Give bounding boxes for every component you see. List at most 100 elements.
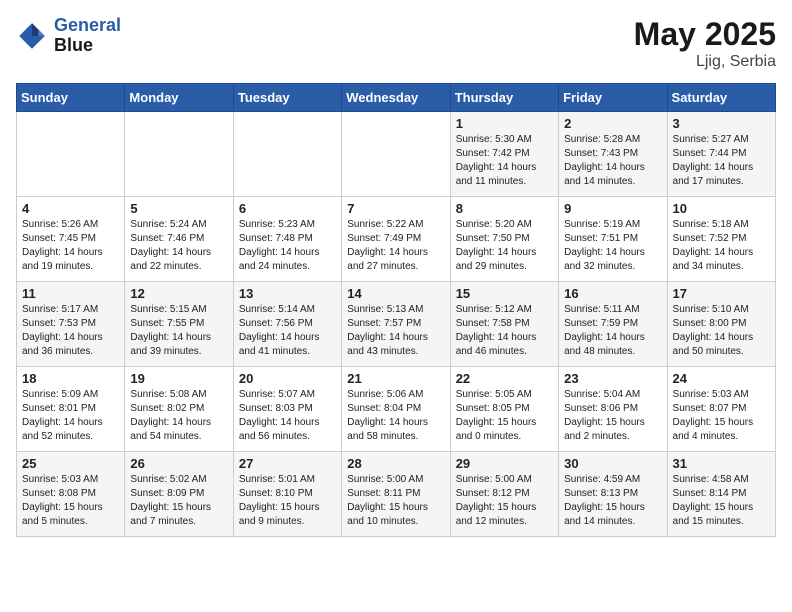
- calendar-cell: 14 Sunrise: 5:13 AM Sunset: 7:57 PM Dayli…: [342, 282, 450, 367]
- day-number: 26: [130, 456, 227, 471]
- calendar-cell: 27 Sunrise: 5:01 AM Sunset: 8:10 PM Dayli…: [233, 452, 341, 537]
- calendar-cell: 12Sunrise: 5:15 AM Sunset: 7:55 PM Dayli…: [125, 282, 233, 367]
- calendar-cell: 16 Sunrise: 5:11 AM Sunset: 7:59 PM Dayli…: [559, 282, 667, 367]
- day-number: 22: [456, 371, 553, 386]
- calendar-cell: 24 Sunrise: 5:03 AM Sunset: 8:07 PM Dayli…: [667, 367, 775, 452]
- calendar-cell: 7 Sunrise: 5:22 AM Sunset: 7:49 PM Daylig…: [342, 197, 450, 282]
- day-number: 2: [564, 116, 661, 131]
- calendar-cell: 19 Sunrise: 5:08 AM Sunset: 8:02 PM Dayli…: [125, 367, 233, 452]
- day-info: Sunrise: 5:09 AM Sunset: 8:01 PM Dayligh…: [22, 388, 119, 444]
- day-info: Sunrise: 5:03 AM Sunset: 8:07 PM Dayligh…: [673, 388, 770, 444]
- calendar-cell: 17 Sunrise: 5:10 AM Sunset: 8:00 PM Dayli…: [667, 282, 775, 367]
- calendar-week-row: 11 Sunrise: 5:17 AM Sunset: 7:53 PM Dayli…: [17, 282, 776, 367]
- day-number: 13: [239, 286, 336, 301]
- day-info: Sunrise: 5:04 AM Sunset: 8:06 PM Dayligh…: [564, 388, 661, 444]
- day-number: 17: [673, 286, 770, 301]
- day-info: Sunrise: 5:02 AM Sunset: 8:09 PM Dayligh…: [130, 473, 227, 529]
- weekday-header-row: SundayMondayTuesdayWednesdayThursdayFrid…: [17, 84, 776, 112]
- weekday-header-wednesday: Wednesday: [342, 84, 450, 112]
- day-number: 30: [564, 456, 661, 471]
- calendar-cell: 25 Sunrise: 5:03 AM Sunset: 8:08 PM Dayli…: [17, 452, 125, 537]
- calendar-cell: 28Sunrise: 5:00 AM Sunset: 8:11 PM Dayli…: [342, 452, 450, 537]
- calendar-cell: 29 Sunrise: 5:00 AM Sunset: 8:12 PM Dayli…: [450, 452, 558, 537]
- day-number: 23: [564, 371, 661, 386]
- day-info: Sunrise: 5:13 AM Sunset: 7:57 PM Dayligh…: [347, 303, 444, 359]
- day-number: 18: [22, 371, 119, 386]
- day-number: 19: [130, 371, 227, 386]
- calendar-cell: 4Sunrise: 5:26 AM Sunset: 7:45 PM Daylig…: [17, 197, 125, 282]
- calendar-cell: 13 Sunrise: 5:14 AM Sunset: 7:56 PM Dayli…: [233, 282, 341, 367]
- page-header: General Blue May 2025 Ljig, Serbia: [16, 16, 776, 71]
- calendar-week-row: 1 Sunrise: 5:30 AM Sunset: 7:42 PM Daylig…: [17, 112, 776, 197]
- day-info: Sunrise: 5:15 AM Sunset: 7:55 PM Dayligh…: [130, 303, 227, 359]
- calendar-cell: 30 Sunrise: 4:59 AM Sunset: 8:13 PM Dayli…: [559, 452, 667, 537]
- day-info: Sunrise: 5:17 AM Sunset: 7:53 PM Dayligh…: [22, 303, 119, 359]
- day-number: 31: [673, 456, 770, 471]
- weekday-header-thursday: Thursday: [450, 84, 558, 112]
- day-number: 25: [22, 456, 119, 471]
- day-number: 20: [239, 371, 336, 386]
- calendar-cell: 8 Sunrise: 5:20 AM Sunset: 7:50 PM Daylig…: [450, 197, 558, 282]
- day-info: Sunrise: 5:00 AM Sunset: 8:12 PM Dayligh…: [456, 473, 553, 529]
- day-info: Sunrise: 5:22 AM Sunset: 7:49 PM Dayligh…: [347, 218, 444, 274]
- day-info: Sunrise: 5:14 AM Sunset: 7:56 PM Dayligh…: [239, 303, 336, 359]
- day-info: Sunrise: 5:28 AM Sunset: 7:43 PM Dayligh…: [564, 133, 661, 189]
- location-subtitle: Ljig, Serbia: [634, 53, 776, 71]
- day-number: 24: [673, 371, 770, 386]
- weekday-header-sunday: Sunday: [17, 84, 125, 112]
- calendar-cell: 21 Sunrise: 5:06 AM Sunset: 8:04 PM Dayli…: [342, 367, 450, 452]
- weekday-header-monday: Monday: [125, 84, 233, 112]
- day-info: Sunrise: 5:19 AM Sunset: 7:51 PM Dayligh…: [564, 218, 661, 274]
- day-info: Sunrise: 5:06 AM Sunset: 8:04 PM Dayligh…: [347, 388, 444, 444]
- day-info: Sunrise: 5:08 AM Sunset: 8:02 PM Dayligh…: [130, 388, 227, 444]
- day-info: Sunrise: 5:30 AM Sunset: 7:42 PM Dayligh…: [456, 133, 553, 189]
- day-info: Sunrise: 5:01 AM Sunset: 8:10 PM Dayligh…: [239, 473, 336, 529]
- day-info: Sunrise: 5:07 AM Sunset: 8:03 PM Dayligh…: [239, 388, 336, 444]
- day-number: 29: [456, 456, 553, 471]
- calendar-cell: 9Sunrise: 5:19 AM Sunset: 7:51 PM Daylig…: [559, 197, 667, 282]
- logo-text: General Blue: [54, 16, 121, 56]
- calendar-week-row: 18 Sunrise: 5:09 AM Sunset: 8:01 PM Dayli…: [17, 367, 776, 452]
- day-info: Sunrise: 5:11 AM Sunset: 7:59 PM Dayligh…: [564, 303, 661, 359]
- day-info: Sunrise: 5:12 AM Sunset: 7:58 PM Dayligh…: [456, 303, 553, 359]
- calendar-cell: 18 Sunrise: 5:09 AM Sunset: 8:01 PM Dayli…: [17, 367, 125, 452]
- day-number: 3: [673, 116, 770, 131]
- title-block: May 2025 Ljig, Serbia: [634, 16, 776, 71]
- day-number: 16: [564, 286, 661, 301]
- day-info: Sunrise: 5:18 AM Sunset: 7:52 PM Dayligh…: [673, 218, 770, 274]
- day-number: 5: [130, 201, 227, 216]
- calendar-cell: 11 Sunrise: 5:17 AM Sunset: 7:53 PM Dayli…: [17, 282, 125, 367]
- calendar-cell: 5Sunrise: 5:24 AM Sunset: 7:46 PM Daylig…: [125, 197, 233, 282]
- calendar-cell: 6 Sunrise: 5:23 AM Sunset: 7:48 PM Daylig…: [233, 197, 341, 282]
- day-number: 6: [239, 201, 336, 216]
- month-title: May 2025: [634, 16, 776, 53]
- logo: General Blue: [16, 16, 121, 56]
- day-number: 14: [347, 286, 444, 301]
- calendar-cell: 15Sunrise: 5:12 AM Sunset: 7:58 PM Dayli…: [450, 282, 558, 367]
- calendar-week-row: 4Sunrise: 5:26 AM Sunset: 7:45 PM Daylig…: [17, 197, 776, 282]
- calendar-cell: 3 Sunrise: 5:27 AM Sunset: 7:44 PM Daylig…: [667, 112, 775, 197]
- weekday-header-friday: Friday: [559, 84, 667, 112]
- calendar-table: SundayMondayTuesdayWednesdayThursdayFrid…: [16, 83, 776, 537]
- calendar-cell: 23 Sunrise: 5:04 AM Sunset: 8:06 PM Dayli…: [559, 367, 667, 452]
- weekday-header-tuesday: Tuesday: [233, 84, 341, 112]
- calendar-cell: [342, 112, 450, 197]
- day-info: Sunrise: 5:20 AM Sunset: 7:50 PM Dayligh…: [456, 218, 553, 274]
- day-number: 21: [347, 371, 444, 386]
- calendar-cell: [233, 112, 341, 197]
- day-info: Sunrise: 5:10 AM Sunset: 8:00 PM Dayligh…: [673, 303, 770, 359]
- day-info: Sunrise: 5:23 AM Sunset: 7:48 PM Dayligh…: [239, 218, 336, 274]
- day-number: 7: [347, 201, 444, 216]
- day-number: 27: [239, 456, 336, 471]
- day-number: 10: [673, 201, 770, 216]
- day-number: 11: [22, 286, 119, 301]
- day-info: Sunrise: 5:03 AM Sunset: 8:08 PM Dayligh…: [22, 473, 119, 529]
- day-info: Sunrise: 5:27 AM Sunset: 7:44 PM Dayligh…: [673, 133, 770, 189]
- calendar-cell: 10 Sunrise: 5:18 AM Sunset: 7:52 PM Dayli…: [667, 197, 775, 282]
- day-info: Sunrise: 4:59 AM Sunset: 8:13 PM Dayligh…: [564, 473, 661, 529]
- calendar-cell: 26 Sunrise: 5:02 AM Sunset: 8:09 PM Dayli…: [125, 452, 233, 537]
- day-number: 28: [347, 456, 444, 471]
- day-number: 1: [456, 116, 553, 131]
- day-number: 8: [456, 201, 553, 216]
- calendar-cell: 2 Sunrise: 5:28 AM Sunset: 7:43 PM Daylig…: [559, 112, 667, 197]
